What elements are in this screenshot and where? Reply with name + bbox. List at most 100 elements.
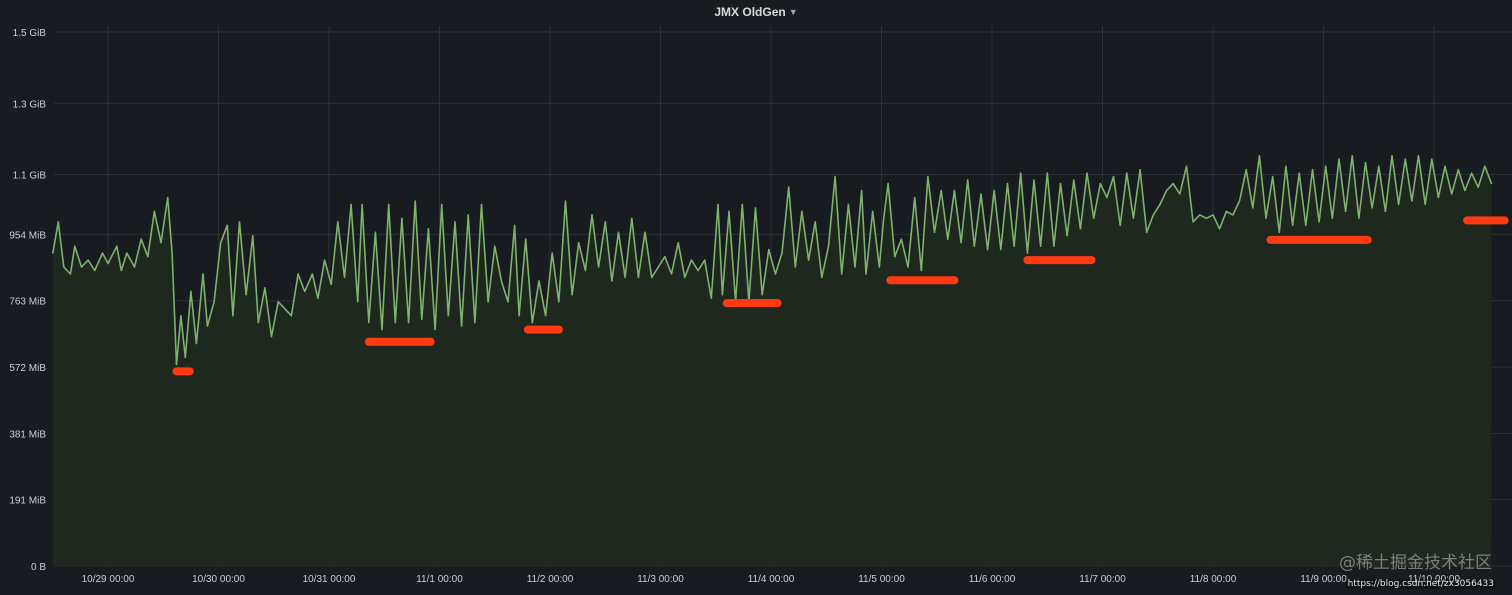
data-point: [1119, 224, 1121, 226]
data-point: [1471, 172, 1473, 174]
x-tick-label: 11/5 00:00: [858, 574, 905, 585]
data-point: [238, 221, 241, 223]
data-point: [480, 203, 483, 205]
data-point: [1265, 217, 1267, 219]
data-point: [1292, 224, 1294, 226]
data-point: [441, 203, 443, 205]
data-point: [494, 245, 496, 247]
data-point: [52, 252, 54, 254]
y-tick-label: 191 MiB: [9, 496, 46, 507]
data-point: [184, 356, 186, 358]
data-point: [907, 266, 909, 268]
data-point: [290, 315, 292, 317]
data-point: [324, 259, 326, 261]
data-point: [180, 315, 182, 317]
data-point: [1490, 183, 1493, 185]
data-point: [1046, 172, 1048, 174]
data-point: [768, 249, 770, 251]
data-point: [1159, 203, 1161, 205]
data-point: [350, 203, 352, 205]
data-point: [245, 294, 247, 296]
data-point: [361, 203, 363, 205]
data-point: [330, 283, 332, 285]
data-point: [717, 203, 719, 205]
data-point: [388, 203, 390, 205]
data-point: [953, 189, 956, 192]
data-point: [1212, 214, 1214, 216]
data-point: [631, 217, 633, 219]
data-point: [427, 228, 429, 230]
data-point: [657, 266, 659, 268]
watermark-text: @稀土掘金技术社区: [1339, 553, 1492, 573]
data-point: [1258, 155, 1260, 157]
data-point: [1404, 158, 1406, 160]
data-point: [202, 273, 204, 275]
data-point: [1285, 165, 1287, 167]
data-point: [337, 221, 339, 223]
data-point: [461, 325, 463, 327]
data-point: [1457, 169, 1459, 171]
data-point: [69, 273, 71, 275]
data-point: [80, 266, 83, 268]
data-point: [394, 322, 396, 324]
data-point: [883, 217, 885, 219]
x-tick-label: 11/9 00:00: [1300, 574, 1347, 585]
data-point: [637, 276, 640, 278]
data-point: [1185, 165, 1188, 167]
x-tick-label: 10/30 00:00: [192, 574, 245, 585]
data-point: [1073, 179, 1075, 181]
data-point: [414, 200, 416, 202]
data-point: [368, 322, 370, 324]
data-point: [551, 252, 553, 254]
watermark-url: https://blog.csdn.net/zx3056433: [1345, 579, 1496, 589]
data-point: [861, 189, 863, 192]
data-point: [1106, 196, 1108, 199]
data-point: [421, 318, 423, 320]
data-point: [1371, 207, 1373, 209]
data-point: [381, 329, 383, 331]
y-tick-label: 954 MiB: [9, 230, 46, 241]
data-point: [153, 210, 155, 212]
data-point: [704, 259, 706, 261]
data-point: [761, 294, 763, 296]
x-tick-label: 11/2 00:00: [527, 574, 574, 585]
data-point: [147, 256, 149, 258]
data-point: [1391, 155, 1393, 157]
data-point: [584, 269, 587, 272]
data-point: [447, 315, 449, 317]
data-point: [1444, 165, 1446, 167]
data-point: [1232, 214, 1234, 216]
data-point: [1146, 231, 1148, 233]
data-point: [1093, 217, 1095, 219]
data-point: [920, 269, 922, 272]
data-point: [175, 363, 178, 365]
data-point: [474, 322, 476, 324]
data-point: [538, 280, 540, 282]
data-point: [140, 238, 142, 240]
data-point: [1411, 200, 1413, 202]
data-point: [1378, 165, 1380, 167]
data-point: [947, 238, 949, 240]
data-point: [311, 273, 313, 275]
data-point: [960, 242, 962, 244]
data-point: [1086, 172, 1088, 174]
data-point: [1166, 189, 1168, 192]
data-point: [1351, 155, 1353, 157]
data-point: [1225, 210, 1227, 212]
data-point: [821, 276, 823, 278]
data-point: [564, 200, 567, 202]
data-point: [1464, 189, 1466, 192]
data-point: [133, 266, 136, 268]
data-point: [980, 193, 982, 195]
data-point: [63, 266, 65, 268]
data-point: [317, 297, 319, 299]
x-tick-label: 11/7 00:00: [1079, 574, 1126, 585]
y-tick-label: 381 MiB: [9, 430, 46, 441]
data-point: [120, 269, 122, 272]
data-point: [847, 203, 850, 205]
data-point: [887, 183, 889, 185]
data-point: [1424, 203, 1426, 205]
data-point: [1132, 217, 1134, 219]
y-tick-label: 1.1 GiB: [13, 171, 47, 182]
data-point: [721, 294, 724, 296]
